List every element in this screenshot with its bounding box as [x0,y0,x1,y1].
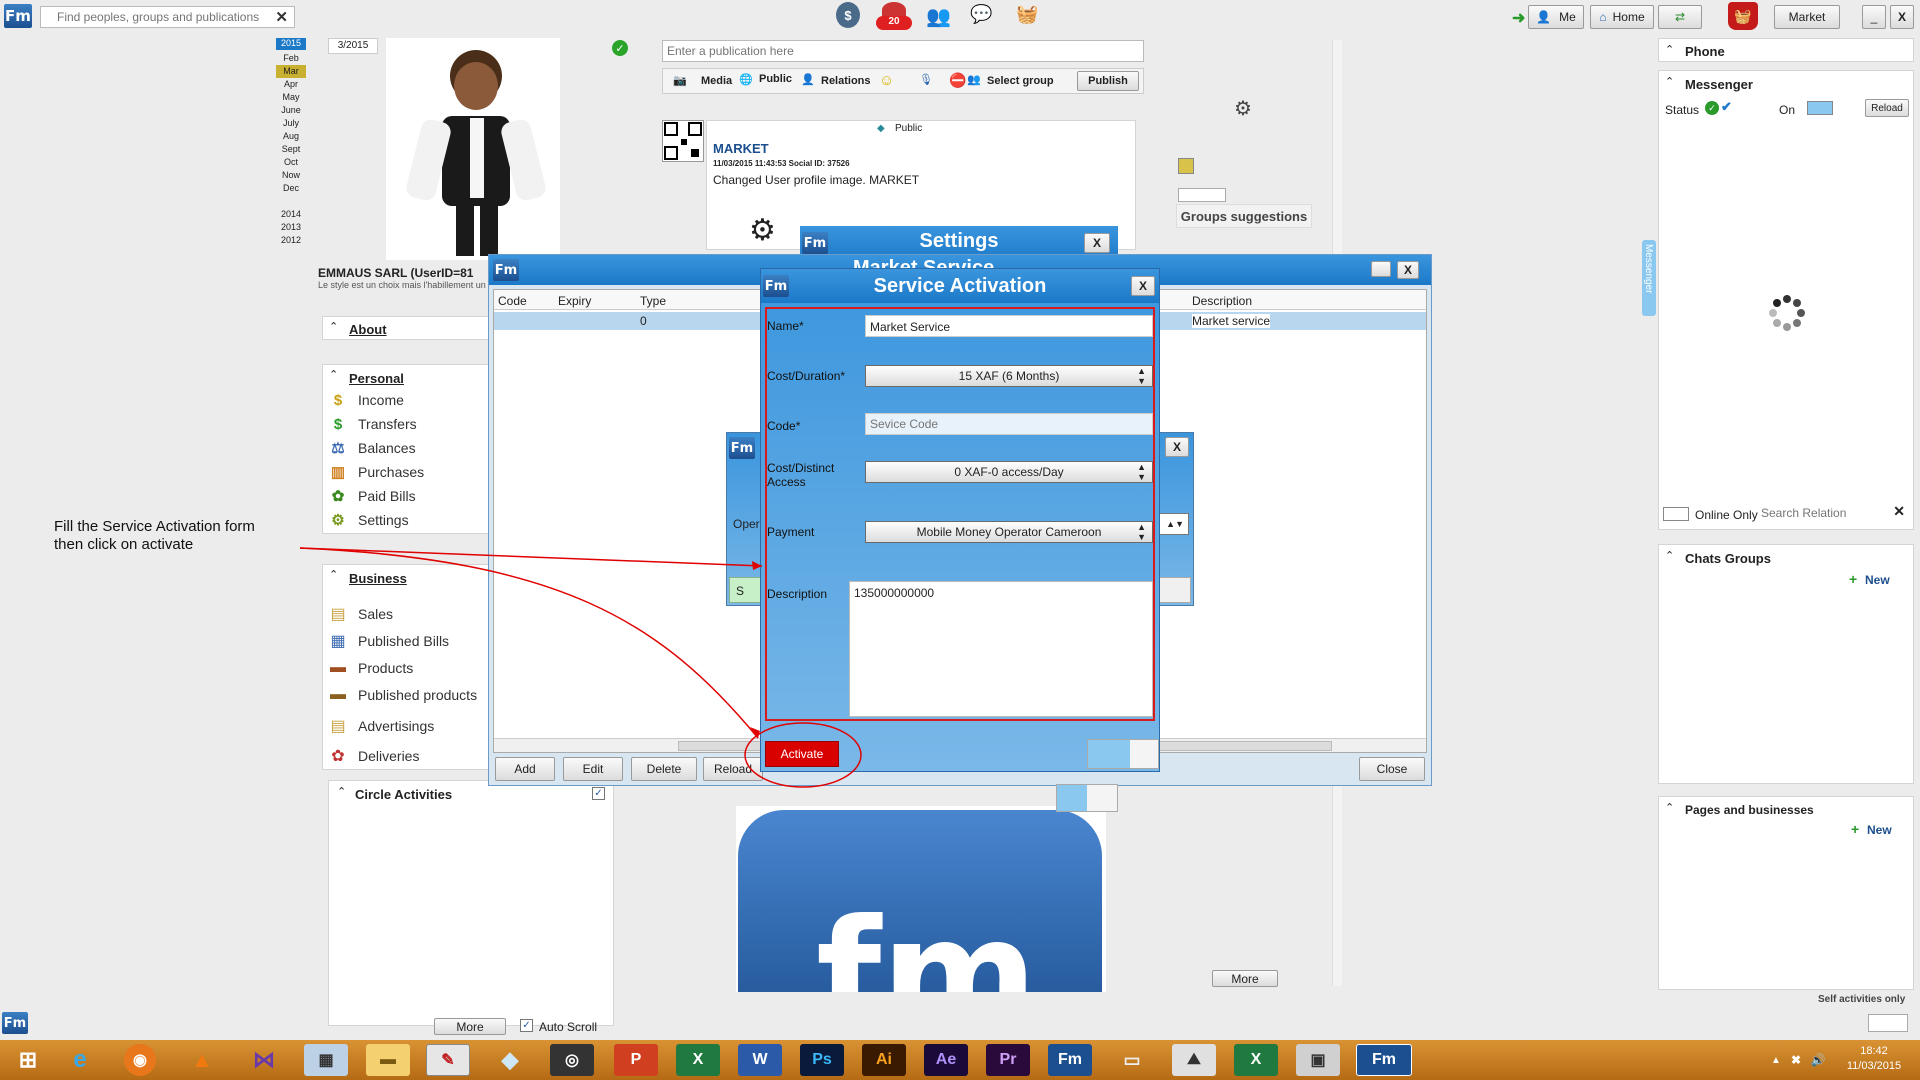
premiere-icon[interactable]: Pr [986,1044,1030,1076]
self-activities-label: Self activities only [1818,994,1906,1005]
annotation-arrow-activate [299,547,759,739]
clear-relation-icon[interactable]: ✕ [1893,503,1905,520]
visual-studio-icon[interactable]: ⋈ [242,1044,286,1076]
online-only-label: Online Only [1695,508,1758,522]
new-page-link[interactable]: New [1867,823,1892,837]
messenger-tab-label: Messenger [1643,244,1654,294]
vlc-icon[interactable]: ▲ [180,1044,224,1076]
status-check-icon: ✔ [1721,99,1732,114]
collapse-icon[interactable]: ⌃ [1665,43,1674,56]
messenger-section: ⌃ Messenger Status ✓ ✔ On Reload Online … [1658,70,1914,530]
online-only-toggle[interactable] [1663,507,1689,521]
file-explorer-icon[interactable]: ▬ [366,1044,410,1076]
add-icon[interactable]: + [1849,571,1857,587]
chats-groups-heading: Chats Groups [1685,551,1771,566]
after-effects-icon[interactable]: Ae [924,1044,968,1076]
camera-icon[interactable]: ◎ [550,1044,594,1076]
annotation-circle [744,722,862,788]
word-icon[interactable]: W [738,1044,782,1076]
messenger-heading: Messenger [1685,77,1753,92]
paint-icon[interactable]: ✎ [426,1044,470,1076]
clock[interactable]: 18:42 11/03/2015 [1834,1044,1914,1074]
collapse-icon[interactable]: ⌃ [1665,801,1674,814]
excel-window-icon[interactable]: X [1234,1044,1278,1076]
taskbar: ⊞ e ◉ ▲ ⋈ ▦ ▬ ✎ ◆ ◎ P X W Ps Ai Ae Pr Fm… [0,1040,1920,1080]
annotation-arrow-form [299,547,763,567]
firefox-icon[interactable]: ◉ [124,1044,156,1076]
arrowhead-icon [752,561,762,570]
chats-groups-section: ⌃ Chats Groups + New [1658,544,1914,784]
fm-active-window-icon[interactable]: Fm [1356,1044,1412,1076]
notepad-icon[interactable]: ◆ [488,1044,532,1076]
pages-heading: Pages and businesses [1685,803,1814,817]
phone-heading: Phone [1685,44,1725,59]
status-toggle[interactable] [1807,101,1833,115]
status-label: Status [1665,103,1700,117]
powerpoint-icon[interactable]: P [614,1044,658,1076]
search-relation-input[interactable] [1761,503,1885,523]
screenshot-tool-icon[interactable]: ⛰ [1172,1044,1216,1076]
phone-section[interactable]: ⌃ Phone [1658,38,1914,62]
ie-icon[interactable]: e [58,1044,102,1076]
self-activities-toggle[interactable] [1868,1014,1908,1032]
excel-icon[interactable]: X [676,1044,720,1076]
window-icon[interactable]: ▣ [1296,1044,1340,1076]
calculator-icon[interactable]: ▦ [304,1044,348,1076]
fm-app-icon[interactable]: Fm [1048,1044,1092,1076]
loading-spinner-icon [1767,293,1807,333]
windows-start-icon[interactable]: ⊞ [6,1044,50,1076]
photoshop-icon[interactable]: Ps [800,1044,844,1076]
collapse-icon[interactable]: ⌃ [1665,549,1674,562]
status-ok-icon: ✓ [1705,101,1719,115]
network-drive-icon[interactable]: ▭ [1110,1044,1154,1076]
messenger-side-tab[interactable]: Messenger [1642,240,1656,316]
add-icon[interactable]: + [1851,821,1859,837]
on-label: On [1779,103,1796,117]
new-chat-group-link[interactable]: New [1865,573,1890,587]
messenger-reload-button[interactable]: Reload [1865,99,1909,117]
pages-section: ⌃ Pages and businesses + New [1658,796,1914,990]
annotation-arrows [299,547,862,788]
collapse-icon[interactable]: ⌃ [1665,75,1674,88]
illustrator-icon[interactable]: Ai [862,1044,906,1076]
